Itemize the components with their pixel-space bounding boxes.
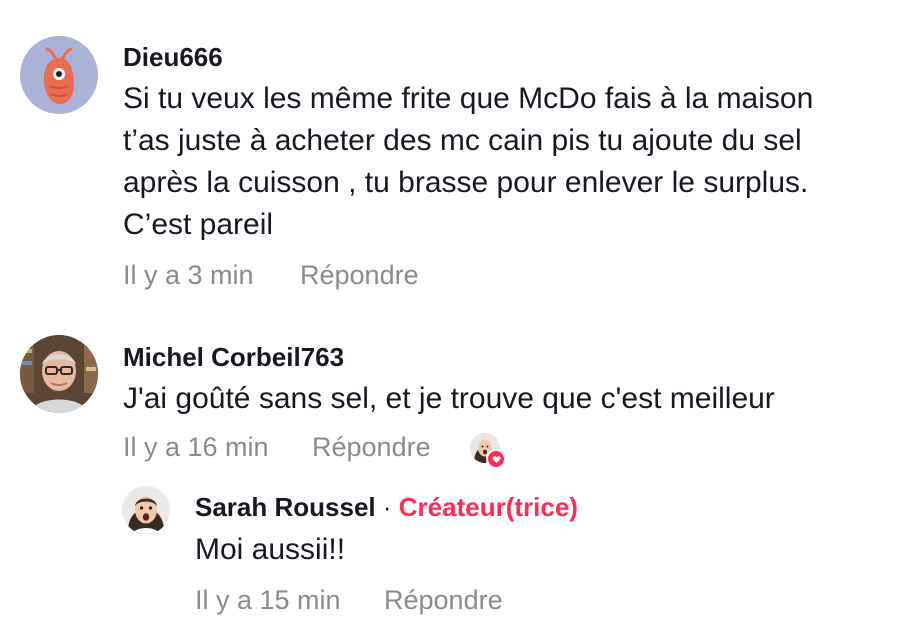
- shrimp-avatar-icon: [20, 36, 98, 114]
- comments-panel: Dieu666 Si tu veux les même frite que Mc…: [0, 0, 906, 622]
- comment-text-line: après la cuisson , tu brasse pour enleve…: [123, 166, 809, 199]
- comment-text-line: C’est pareil: [123, 208, 274, 241]
- comment-timestamp: Il y a 3 min: [123, 260, 254, 290]
- reply-username-line: Sarah Roussel · Créateur(trice): [195, 492, 578, 523]
- comment-text-line: Si tu veux les même frite que McDo fais …: [123, 82, 814, 115]
- woman-portrait-avatar-icon: [122, 486, 170, 534]
- comment-username[interactable]: Dieu666: [123, 42, 223, 73]
- heart-icon: [486, 449, 506, 469]
- comment-timestamp: Il y a 16 min: [123, 432, 269, 462]
- comment-item: Dieu666 Si tu veux les même frite que Mc…: [0, 0, 906, 300]
- creator-liked-badge: [470, 433, 506, 469]
- comment-text: J'ai goûté sans sel, et je trouve que c'…: [123, 382, 775, 415]
- reply-item: Sarah Roussel · Créateur(trice) Moi auss…: [0, 470, 906, 622]
- user-avatar[interactable]: [122, 486, 170, 534]
- reply-button[interactable]: Répondre: [300, 260, 419, 291]
- comment-text-line: t’as juste à acheter des mc cain pis tu …: [123, 124, 802, 157]
- reply-timestamp: Il y a 15 min: [195, 585, 341, 615]
- man-portrait-avatar-icon: [20, 335, 98, 413]
- creator-label: Créateur(trice): [398, 492, 578, 522]
- comment-username[interactable]: Michel Corbeil763: [123, 342, 344, 373]
- reply-username[interactable]: Sarah Roussel: [195, 492, 376, 522]
- reply-button[interactable]: Répondre: [312, 432, 431, 463]
- comment-text: Si tu veux les même frite que McDo fais …: [123, 78, 813, 246]
- reply-button[interactable]: Répondre: [384, 585, 503, 616]
- separator-dot: ·: [382, 492, 392, 522]
- user-avatar[interactable]: [20, 335, 98, 413]
- reply-text: Moi aussii!!: [195, 533, 346, 566]
- user-avatar[interactable]: [20, 36, 98, 114]
- comment-item: Michel Corbeil763 J'ai goûté sans sel, e…: [0, 320, 906, 470]
